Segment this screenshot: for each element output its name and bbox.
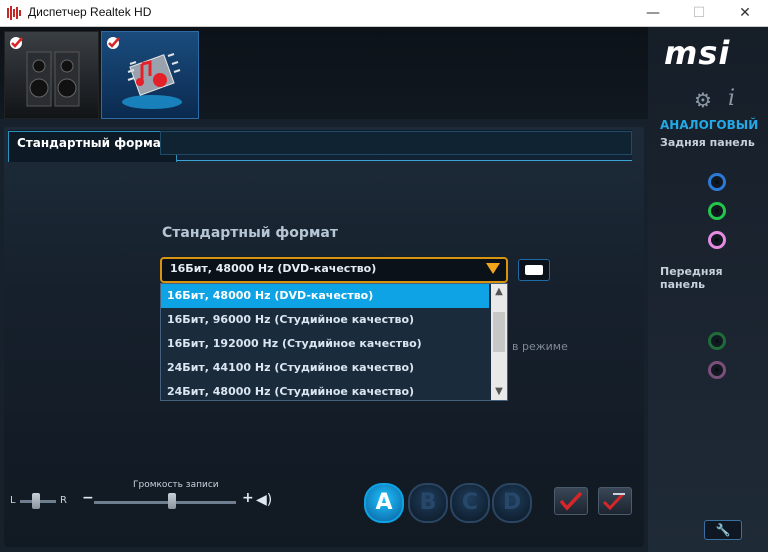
rear-panel-label: Задняя панель: [660, 136, 755, 149]
device-speakers-tile[interactable]: [4, 31, 99, 119]
speakers-icon: [26, 51, 80, 107]
volume-minus-icon[interactable]: −: [82, 490, 94, 506]
volume-plus-icon[interactable]: +: [242, 490, 254, 506]
tab-strip-filler: [160, 131, 632, 155]
recording-volume-label: Громкость записи: [133, 480, 219, 490]
channel-a-button[interactable]: A: [364, 483, 404, 523]
dropdown-arrow-icon[interactable]: [486, 263, 500, 274]
balance-right-label: R: [60, 495, 67, 506]
balance-left-label: L: [10, 495, 16, 506]
front-jack-green[interactable]: [708, 332, 726, 350]
rear-jack-blue[interactable]: [708, 173, 726, 191]
balance-knob[interactable]: [32, 493, 40, 509]
checkmark-icon: [10, 37, 23, 49]
tab-default-format[interactable]: Стандартный формат: [8, 131, 177, 162]
wrench-icon: 🔧: [715, 523, 731, 537]
scroll-thumb[interactable]: [493, 312, 505, 352]
rear-jack-green[interactable]: [708, 202, 726, 220]
rear-jack-pink[interactable]: [708, 231, 726, 249]
maximize-button[interactable]: ☐: [676, 0, 722, 26]
format-select-value: 16Бит, 48000 Hz (DVD-качество): [170, 262, 377, 275]
window-title: Диспетчер Realtek HD: [28, 5, 152, 19]
scroll-up-icon[interactable]: ▲: [491, 284, 507, 300]
channel-b-button[interactable]: B: [408, 483, 448, 523]
msi-logo: msi: [664, 34, 731, 72]
analog-heading: АНАЛОГОВЫЙ: [660, 118, 759, 132]
gear-icon[interactable]: ⚙: [694, 88, 712, 112]
format-option[interactable]: 16Бит, 192000 Hz (Студийное качество): [161, 332, 489, 356]
dropdown-scrollbar[interactable]: ▲ ▼: [491, 284, 507, 400]
title-bar: Диспетчер Realtek HD — ☐ ✕: [0, 0, 768, 27]
restore-default-button[interactable]: [518, 259, 550, 281]
volume-knob[interactable]: [168, 493, 176, 509]
close-button[interactable]: ✕: [722, 0, 768, 26]
default-format-label: Стандартный формат: [162, 225, 338, 241]
minimize-button[interactable]: —: [630, 0, 676, 26]
device-microphone-tile[interactable]: [101, 31, 199, 119]
format-option[interactable]: 16Бит, 96000 Hz (Студийное качество): [161, 308, 489, 332]
scroll-down-icon[interactable]: ▼: [491, 384, 507, 400]
microphone-chip-icon: [122, 53, 182, 109]
format-dropdown-list[interactable]: 16Бит, 48000 Hz (DVD-качество) 16Бит, 96…: [160, 283, 508, 401]
format-select[interactable]: 16Бит, 48000 Hz (DVD-качество): [160, 257, 508, 283]
channel-d-button[interactable]: D: [492, 483, 532, 523]
info-icon[interactable]: i: [728, 86, 735, 111]
format-option[interactable]: 24Бит, 44100 Hz (Студийное качество): [161, 356, 489, 380]
speaker-icon[interactable]: ◀): [256, 492, 272, 508]
channel-c-button[interactable]: C: [450, 483, 490, 523]
volume-track[interactable]: [94, 501, 236, 504]
front-panel-label: Передняя панель: [660, 265, 723, 291]
format-option[interactable]: 16Бит, 48000 Hz (DVD-качество): [161, 284, 489, 308]
apply-button[interactable]: [554, 487, 588, 515]
obscured-option-text: в режиме: [512, 340, 568, 353]
realtek-speaker-icon: [7, 6, 21, 20]
front-jack-pink[interactable]: [708, 361, 726, 379]
apply-all-button[interactable]: [598, 487, 632, 515]
format-option[interactable]: 24Бит, 48000 Hz (Студийное качество): [161, 380, 489, 400]
wrench-button[interactable]: 🔧: [704, 520, 742, 540]
double-check-icon: [602, 492, 625, 511]
check-icon: [559, 491, 583, 511]
